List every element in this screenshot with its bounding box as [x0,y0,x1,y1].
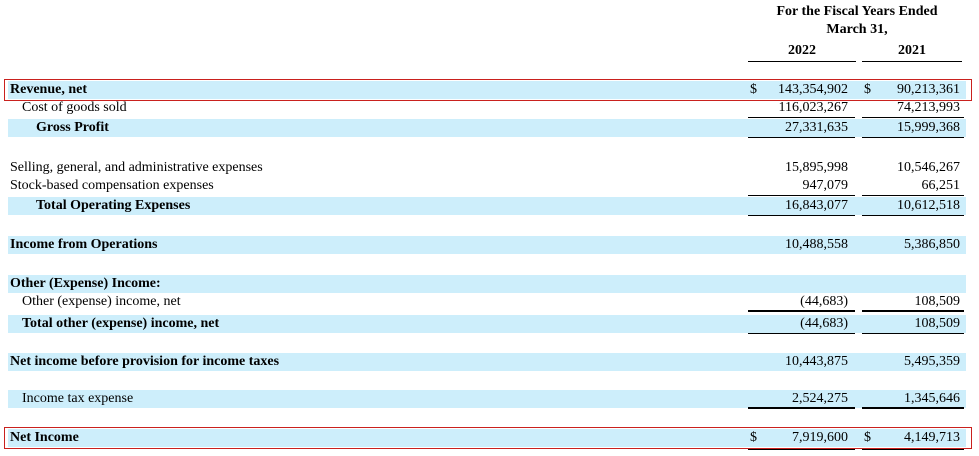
row-label: Other (expense) income, net [22,294,181,309]
row-other-income-heading: Other (Expense) Income: [8,275,966,293]
row-income-tax-expense: Income tax expense 2,524,275 1,345,646 [8,390,966,409]
year-underline-2021 [862,61,962,62]
subtotal-rule [862,195,964,196]
subtotal-rule [748,310,855,312]
value-2022: (44,683) [800,294,848,309]
row-income-before-taxes: Net income before provision for income t… [8,353,966,371]
value-2022: (44,683) [800,316,848,331]
year-header-2021: 2021 [898,43,926,58]
value-2021: 10,612,518 [897,198,960,213]
subtotal-rule [748,117,855,118]
value-2022: 27,331,635 [785,120,848,135]
year-header-2022: 2022 [788,43,816,58]
value-2021: 5,495,359 [904,354,960,369]
row-label: Stock-based compensation expenses [10,178,214,193]
row-label: Income tax expense [22,391,134,406]
net-income-rule [748,449,855,450]
value-2021: 10,546,267 [897,160,960,175]
row-label: Total Operating Expenses [36,198,191,213]
row-label: Total other (expense) income, net [22,316,220,331]
net-income-rule [862,449,964,450]
subtotal-rule [862,310,964,312]
row-total-other-income: Total other (expense) income, net (44,68… [8,315,966,334]
period-heading: For the Fiscal Years Ended March 31, [752,3,962,39]
row-label: Cost of goods sold [22,100,127,115]
value-2021: 108,509 [914,294,961,309]
row-label: Other (Expense) Income: [10,276,161,291]
value-2021: 108,509 [914,316,961,331]
value-2022: 947,079 [802,178,849,193]
value-2021: 1,345,646 [904,391,960,406]
row-label: Selling, general, and administrative exp… [10,160,263,175]
row-label: Income from Operations [10,237,158,252]
total-rule [748,137,855,138]
value-2022: 10,488,558 [785,237,848,252]
total-rule [748,215,855,216]
row-sga-expenses: Selling, general, and administrative exp… [8,159,966,177]
total-rule [748,333,855,334]
value-2022: 10,443,875 [785,354,848,369]
highlight-box-net-income [4,427,972,449]
value-2022: 15,895,998 [785,160,848,175]
subtotal-rule [862,117,964,118]
value-2021: 66,251 [921,178,961,193]
row-cost-of-goods-sold: Cost of goods sold 116,023,267 74,213,99… [8,99,966,118]
row-label: Gross Profit [36,120,109,135]
total-rule [862,215,964,216]
subtotal-rule [862,407,964,409]
row-total-operating-expenses: Total Operating Expenses 16,843,077 10,6… [8,197,966,216]
total-rule [862,137,964,138]
total-rule [862,333,964,334]
row-income-from-operations: Income from Operations 10,488,558 5,386,… [8,236,966,254]
subtotal-rule [748,195,855,196]
value-2022: 16,843,077 [785,198,848,213]
row-label: Net income before provision for income t… [10,354,280,369]
value-2022: 2,524,275 [792,391,848,406]
row-stock-based-compensation: Stock-based compensation expenses 947,07… [8,177,966,196]
period-heading-line1: For the Fiscal Years Ended [776,4,938,19]
highlight-box-revenue [4,79,972,101]
row-other-income-net: Other (expense) income, net (44,683) 108… [8,293,966,312]
year-underline-2022 [748,61,856,62]
period-heading-line2: March 31, [826,22,888,37]
value-2022: 116,023,267 [778,100,848,115]
subtotal-rule [748,407,855,409]
value-2021: 74,213,993 [897,100,960,115]
row-gross-profit: Gross Profit 27,331,635 15,999,368 [8,119,966,138]
value-2021: 15,999,368 [897,120,960,135]
value-2021: 5,386,850 [904,237,960,252]
